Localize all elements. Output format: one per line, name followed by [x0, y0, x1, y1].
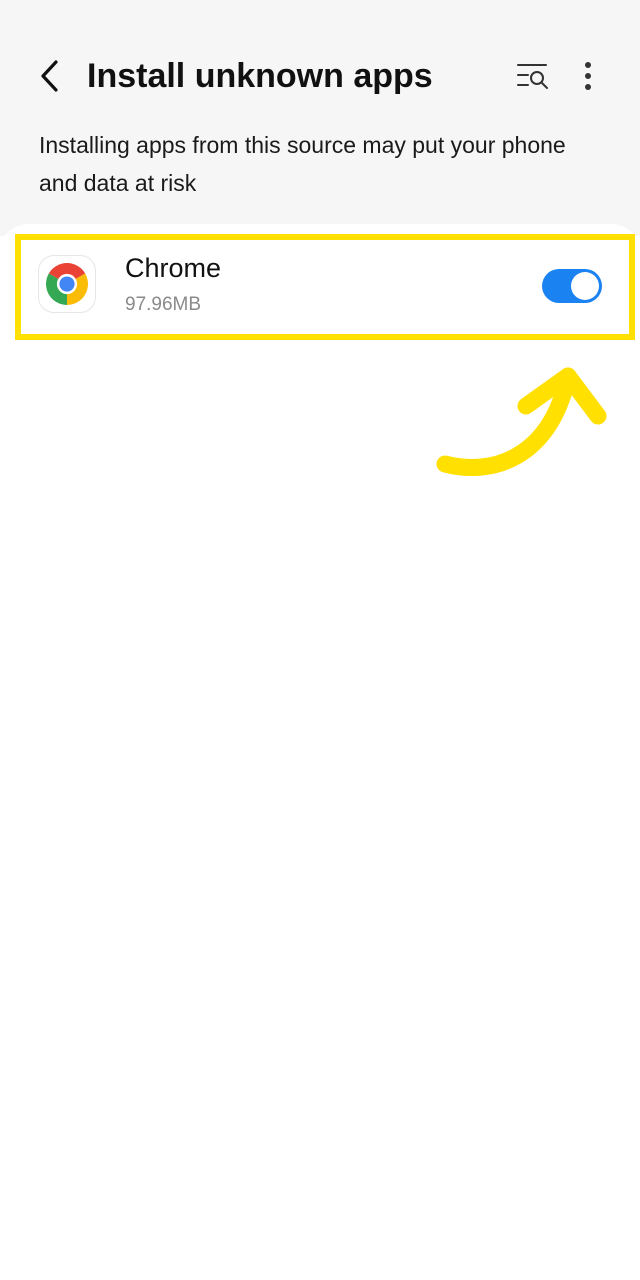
chevron-left-icon	[41, 60, 58, 92]
toggle-knob	[571, 272, 599, 300]
allow-toggle[interactable]	[542, 269, 602, 303]
back-button[interactable]	[28, 52, 72, 100]
search-button[interactable]	[512, 56, 556, 96]
app-size: 97.96MB	[125, 294, 202, 315]
app-name: Chrome	[125, 253, 222, 283]
chrome-icon	[46, 263, 88, 305]
app-icon-container	[38, 255, 96, 313]
app-bar: Install unknown apps	[0, 40, 640, 112]
page-title: Install unknown apps	[87, 57, 433, 95]
app-list-item-chrome[interactable]: Chrome 97.96MB	[18, 237, 630, 333]
list-search-icon	[517, 64, 548, 89]
app-list-card	[0, 224, 640, 1280]
more-vertical-icon	[585, 62, 591, 90]
warning-description: Installing apps from this source may put…	[39, 132, 566, 196]
more-options-button[interactable]	[570, 56, 606, 96]
